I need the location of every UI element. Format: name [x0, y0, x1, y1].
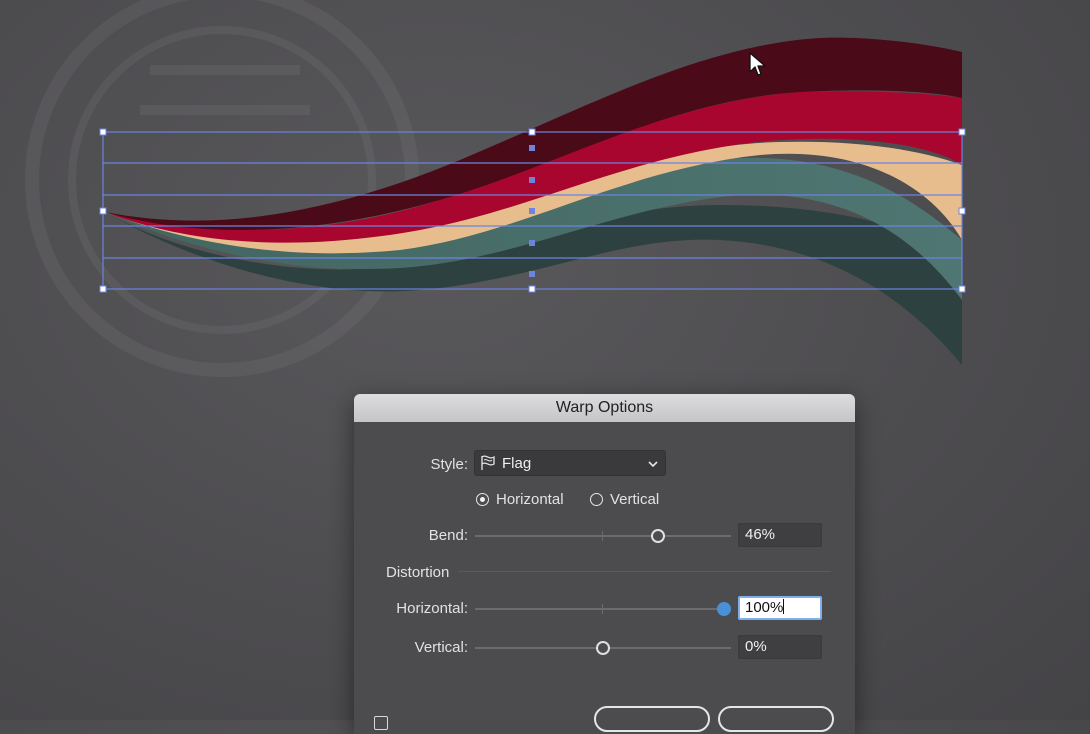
distortion-vertical-label: Vertical:: [414, 639, 468, 656]
bend-label: Bend:: [428, 527, 468, 544]
text-caret: [783, 599, 785, 614]
bend-slider[interactable]: [475, 529, 731, 543]
horizontal-radio-label[interactable]: Horizontal: [496, 491, 564, 508]
distortion-horizontal-value: 100%: [745, 599, 784, 616]
flag-warp-icon: [481, 455, 495, 470]
style-value: Flag: [502, 455, 532, 472]
distortion-vertical-input[interactable]: 0%: [738, 635, 822, 659]
bend-slider-center-tick: [602, 531, 603, 541]
vertical-radio-label[interactable]: Vertical: [610, 491, 659, 508]
distortion-horizontal-input[interactable]: 100%: [738, 596, 822, 620]
style-dropdown[interactable]: Flag: [474, 450, 666, 476]
style-label: Style:: [430, 456, 468, 473]
distortion-horizontal-slider[interactable]: [475, 602, 731, 616]
distortion-horizontal-center-tick: [602, 604, 603, 614]
distortion-vertical-slider[interactable]: [475, 641, 731, 655]
mouse-pointer-icon: [749, 52, 766, 76]
dialog-title[interactable]: Warp Options: [354, 394, 855, 422]
cancel-button[interactable]: [594, 706, 710, 732]
background-emblem: [25, 0, 419, 377]
preview-checkbox[interactable]: [374, 716, 388, 730]
distortion-horizontal-thumb[interactable]: [717, 602, 731, 616]
ok-button[interactable]: [718, 706, 834, 732]
horizontal-radio[interactable]: [476, 493, 489, 506]
distortion-horizontal-label: Horizontal:: [396, 600, 468, 617]
warped-waves[interactable]: [105, 37, 962, 365]
distortion-divider: [458, 571, 831, 572]
distortion-heading: Distortion: [386, 564, 450, 581]
distortion-vertical-thumb[interactable]: [596, 641, 610, 655]
warp-options-dialog: Warp Options Style: Flag Horizontal Vert…: [354, 394, 855, 734]
chevron-down-icon: [648, 461, 658, 468]
bend-slider-thumb[interactable]: [651, 529, 665, 543]
bend-input[interactable]: 46%: [738, 523, 822, 547]
vertical-radio[interactable]: [590, 493, 603, 506]
